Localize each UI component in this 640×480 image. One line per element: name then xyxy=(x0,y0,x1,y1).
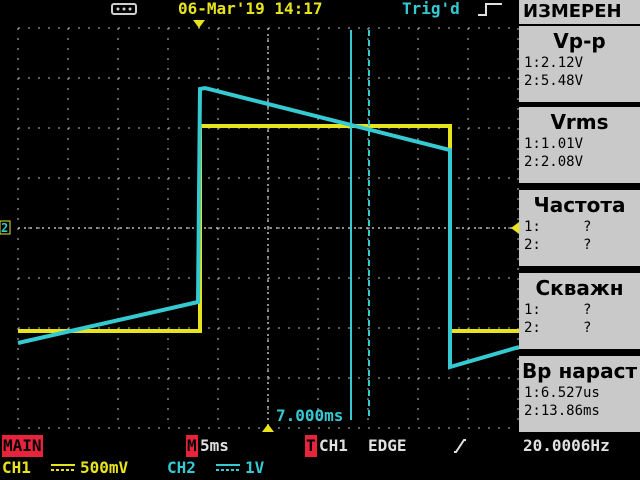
ch2-scale[interactable]: 1V xyxy=(245,457,264,479)
measurement-duty[interactable]: Скважн 1: ? 2: ? xyxy=(519,273,640,349)
trigger-source[interactable]: CH1 xyxy=(319,435,348,457)
measurement-ch1-value: 1:2.12V xyxy=(524,55,584,71)
measurement-title: Vrms xyxy=(550,110,609,134)
measurement-title: Скважн xyxy=(535,276,624,300)
measurement-frequency[interactable]: Частота 1: ? 2: ? xyxy=(519,190,640,266)
measurement-ch2-value: 2:2.08V xyxy=(524,154,584,170)
graticule-grid xyxy=(17,27,519,429)
measurement-title: Вр нараст xyxy=(521,359,638,383)
trigger-type[interactable]: EDGE xyxy=(368,435,407,457)
waveform-display[interactable]: 7.000ms 2 xyxy=(0,0,519,434)
measurement-ch1-value: 1: ? xyxy=(524,302,592,318)
measure-menu-title: ИЗМЕРЕН xyxy=(519,0,640,24)
dc-coupling-icon xyxy=(216,464,240,471)
ch2-label[interactable]: CH2 xyxy=(167,457,196,479)
channel-scale-row: CH1 500mV CH2 1V xyxy=(0,457,640,479)
measurement-title: Частота xyxy=(533,193,626,217)
bottom-status-row: MAIN M 5ms T CH1 EDGE 20.0006Hz xyxy=(0,435,640,457)
measurement-ch1-value: 1:1.01V xyxy=(524,136,584,152)
oscilloscope-screen: 06-Mar'19 14:17 Trig'd 7.000ms 2 ИЗМЕРЕН… xyxy=(0,0,640,480)
ch-ground-marker[interactable]: 2 xyxy=(0,220,11,235)
ch1-label[interactable]: CH1 xyxy=(2,457,31,479)
timebase-marker: M xyxy=(186,435,198,457)
measurement-vpp[interactable]: Vp-p 1:2.12V 2:5.48V xyxy=(519,26,640,102)
measurement-vrms[interactable]: Vrms 1:1.01V 2:2.08V xyxy=(519,107,640,183)
measurement-ch2-value: 2: ? xyxy=(524,320,592,336)
measure-panel: ИЗМЕРЕН Vp-p 1:2.12V 2:5.48V Vrms 1:1.01… xyxy=(519,0,640,434)
measurement-ch1-value: 1:6.527us xyxy=(524,385,600,401)
measurement-ch1-value: 1: ? xyxy=(524,219,592,235)
rising-slope-icon xyxy=(454,439,466,453)
ch1-marker-label: 2 xyxy=(1,221,8,235)
frequency-readout: 20.0006Hz xyxy=(523,436,610,455)
measurement-ch2-value: 2: ? xyxy=(524,237,592,253)
ch1-scale[interactable]: 500mV xyxy=(80,457,128,479)
measurement-ch2-value: 2:5.48V xyxy=(524,73,584,89)
trigger-position-marker-bottom xyxy=(262,424,274,432)
timebase-value[interactable]: 5ms xyxy=(200,435,229,457)
measurement-rise-time[interactable]: Вр нараст 1:6.527us 2:13.86ms xyxy=(519,356,640,432)
trigger-marker: T xyxy=(305,435,317,457)
trigger-position-marker[interactable] xyxy=(193,20,205,28)
main-mode-badge[interactable]: MAIN xyxy=(2,435,43,457)
trigger-level-marker[interactable] xyxy=(511,222,519,234)
measurement-title: Vp-p xyxy=(553,29,606,53)
measurement-ch2-value: 2:13.86ms xyxy=(524,403,600,419)
dc-coupling-icon xyxy=(51,464,75,471)
cursor-readout: 7.000ms xyxy=(276,406,343,425)
